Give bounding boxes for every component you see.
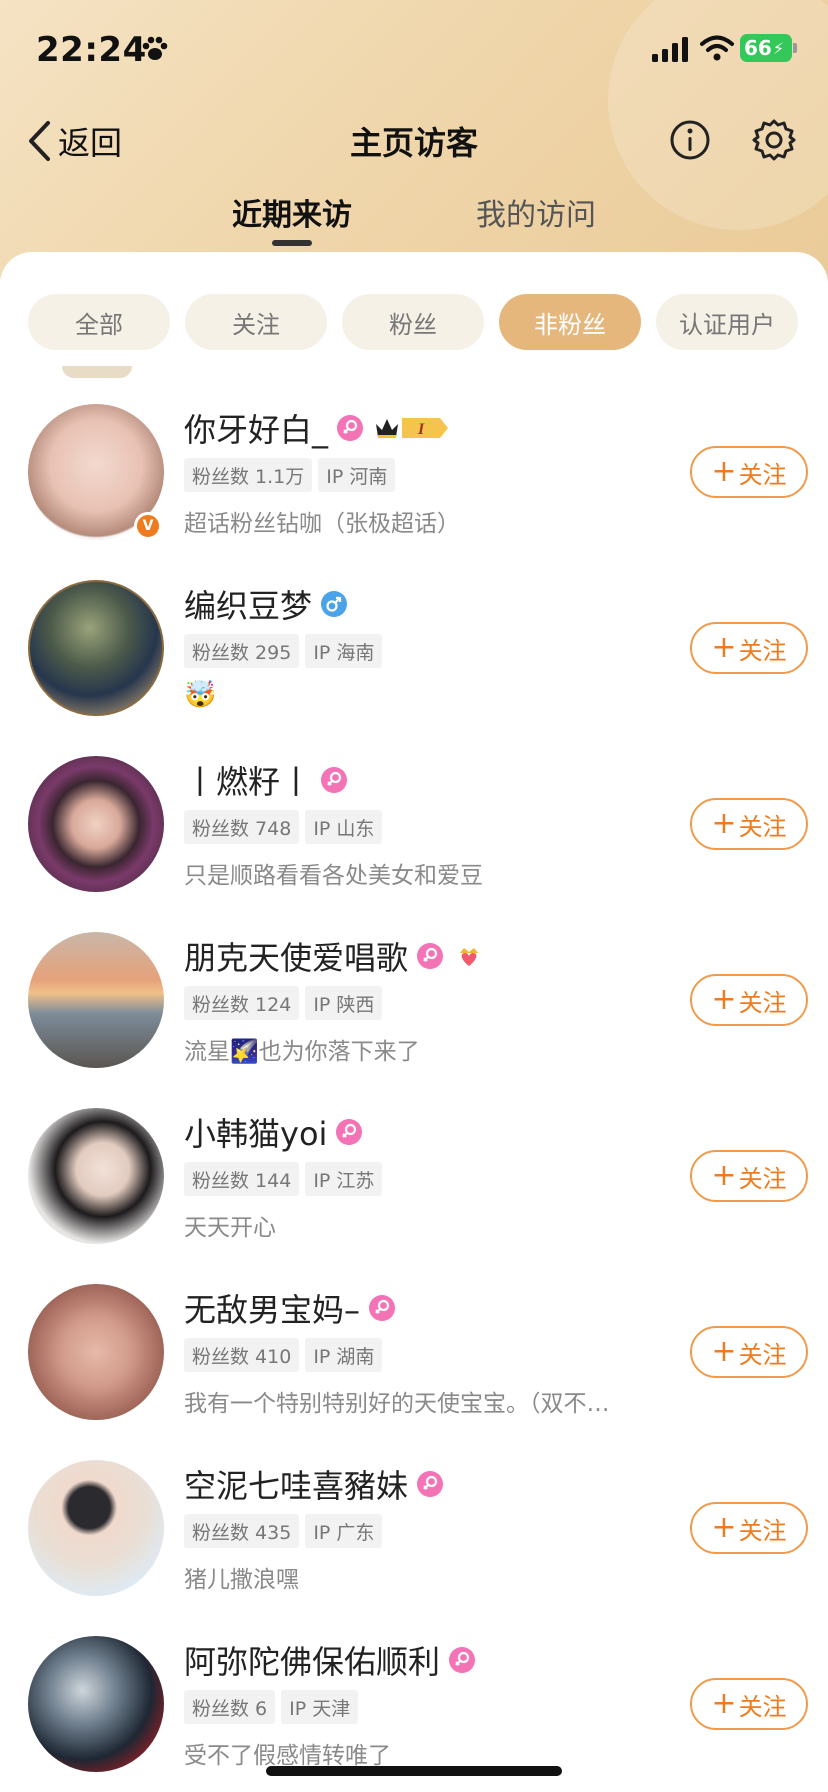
avatar[interactable]: [28, 1636, 164, 1772]
crown-icon: [376, 419, 399, 438]
follow-button[interactable]: + 关注: [690, 974, 808, 1026]
fans-count: 粉丝数 295: [184, 634, 300, 668]
info-icon[interactable]: [668, 118, 712, 162]
fans-count: 粉丝数 1.1万: [184, 458, 313, 492]
username[interactable]: 阿弥陀佛保佑顺利: [184, 1637, 440, 1683]
avatar[interactable]: [28, 1460, 164, 1596]
status-time: 22:24: [36, 30, 147, 70]
list-item[interactable]: V 你牙好白_ I 粉丝数 1.1万 IP 河南 超话粉丝钻咖（张极超话） + 关…: [0, 404, 828, 580]
filter-all[interactable]: 全部: [28, 294, 170, 350]
avatar[interactable]: [28, 1284, 164, 1420]
svg-text:I: I: [417, 421, 425, 438]
home-indicator[interactable]: [266, 1766, 562, 1776]
fans-count: 粉丝数 410: [184, 1338, 300, 1372]
ip-location: IP 山东: [305, 810, 383, 844]
female-icon: [337, 415, 364, 441]
ip-location: IP 湖南: [305, 1338, 383, 1372]
battery-level: 66: [744, 36, 772, 60]
username[interactable]: 朋克天使爱唱歌: [184, 933, 408, 979]
wifi-icon: [700, 35, 734, 61]
filter-verified[interactable]: 认证用户: [656, 294, 798, 350]
plus-icon: +: [711, 982, 737, 1017]
ip-location: IP 陕西: [305, 986, 383, 1020]
follow-button[interactable]: + 关注: [690, 622, 808, 674]
avatar[interactable]: [28, 932, 164, 1068]
user-bio: 只是顺路看看各处美女和爱豆: [184, 863, 483, 889]
partial-avatar: [62, 366, 132, 378]
user-bio: 我有一个特别特别好的天使宝宝。（双不…: [184, 1391, 610, 1417]
female-icon: [336, 1119, 363, 1145]
filter-bar: 全部 关注 粉丝 非粉丝 认证用户: [28, 294, 798, 350]
female-icon: [369, 1295, 396, 1321]
ip-location: IP 海南: [305, 634, 383, 668]
username[interactable]: 你牙好白_: [184, 405, 328, 451]
filter-fans[interactable]: 粉丝: [342, 294, 484, 350]
status-bar: 22:24 66 ⚡: [0, 0, 828, 100]
female-icon: [449, 1647, 476, 1673]
username[interactable]: 丨燃籽丨: [184, 757, 312, 803]
paw-icon: [142, 36, 168, 60]
follow-button[interactable]: + 关注: [690, 1326, 808, 1378]
fans-count: 粉丝数 748: [184, 810, 300, 844]
list-item[interactable]: 编织豆梦 粉丝数 295 IP 海南 🤯 + 关注: [0, 580, 828, 756]
follow-button[interactable]: + 关注: [690, 1150, 808, 1202]
user-bio: 天天开心: [184, 1215, 276, 1241]
crown-heart-icon: [460, 948, 479, 966]
list-item[interactable]: 朋克天使爱唱歌 粉丝数 124 IP 陕西 流星🌠也为你落下来了 + 关注: [0, 932, 828, 1108]
user-bio: 🤯: [184, 680, 217, 710]
level-badge-icon: I: [402, 418, 449, 438]
visitor-sheet: 全部 关注 粉丝 非粉丝 认证用户 V 你牙好白_ I 粉丝数 1.1万 IP …: [0, 252, 828, 1792]
active-tab-indicator: [272, 240, 312, 246]
user-bio: 猪儿撒浪嘿: [184, 1567, 299, 1593]
battery-indicator: 66 ⚡: [740, 34, 792, 62]
plus-icon: +: [711, 1158, 737, 1193]
avatar[interactable]: [28, 1108, 164, 1244]
verified-badge: V: [134, 512, 162, 540]
user-bio: 流星🌠也为你落下来了: [184, 1039, 420, 1065]
battery-tip: [793, 43, 797, 53]
list-item[interactable]: 空泥七哇喜豬妹 粉丝数 435 IP 广东 猪儿撒浪嘿 + 关注: [0, 1460, 828, 1636]
username[interactable]: 无敌男宝妈–: [184, 1285, 360, 1331]
gear-icon[interactable]: [752, 118, 796, 162]
charging-icon: ⚡: [772, 38, 785, 58]
list-item[interactable]: 无敌男宝妈– 粉丝数 410 IP 湖南 我有一个特别特别好的天使宝宝。（双不……: [0, 1284, 828, 1460]
follow-button[interactable]: + 关注: [690, 798, 808, 850]
username[interactable]: 空泥七哇喜豬妹: [184, 1461, 408, 1507]
tab-recent-visitors[interactable]: 近期来访: [232, 190, 352, 234]
list-item[interactable]: 小韩猫yoi 粉丝数 144 IP 江苏 天天开心 + 关注: [0, 1108, 828, 1284]
plus-icon: +: [711, 454, 737, 489]
female-icon: [417, 1471, 444, 1497]
male-icon: [321, 591, 348, 617]
avatar[interactable]: [28, 580, 164, 716]
filter-non-fans[interactable]: 非粉丝: [499, 294, 641, 350]
visitor-list: V 你牙好白_ I 粉丝数 1.1万 IP 河南 超话粉丝钻咖（张极超话） + 关…: [0, 404, 828, 1792]
username[interactable]: 小韩猫yoi: [184, 1109, 327, 1155]
follow-button[interactable]: + 关注: [690, 1678, 808, 1730]
signal-icon: [652, 37, 688, 62]
ip-location: IP 天津: [281, 1690, 359, 1724]
female-icon: [417, 943, 444, 969]
fans-count: 粉丝数 144: [184, 1162, 300, 1196]
list-item[interactable]: 丨燃籽丨 粉丝数 748 IP 山东 只是顺路看看各处美女和爱豆 + 关注: [0, 756, 828, 932]
filter-following[interactable]: 关注: [185, 294, 327, 350]
plus-icon: +: [711, 1510, 737, 1545]
fans-count: 粉丝数 6: [184, 1690, 276, 1724]
user-bio: 超话粉丝钻咖（张极超话）: [184, 511, 460, 537]
ip-location: IP 广东: [305, 1514, 383, 1548]
ip-location: IP 河南: [318, 458, 396, 492]
follow-button[interactable]: + 关注: [690, 1502, 808, 1554]
plus-icon: +: [711, 806, 737, 841]
fans-count: 粉丝数 124: [184, 986, 300, 1020]
ip-location: IP 江苏: [305, 1162, 383, 1196]
user-bio: 受不了假感情转唯了: [184, 1743, 391, 1769]
plus-icon: +: [711, 630, 737, 665]
plus-icon: +: [711, 1334, 737, 1369]
avatar[interactable]: [28, 756, 164, 892]
username[interactable]: 编织豆梦: [184, 581, 312, 627]
female-icon: [321, 767, 348, 793]
plus-icon: +: [711, 1686, 737, 1721]
follow-button[interactable]: + 关注: [690, 446, 808, 498]
fans-count: 粉丝数 435: [184, 1514, 300, 1548]
tab-my-visits[interactable]: 我的访问: [476, 190, 596, 234]
